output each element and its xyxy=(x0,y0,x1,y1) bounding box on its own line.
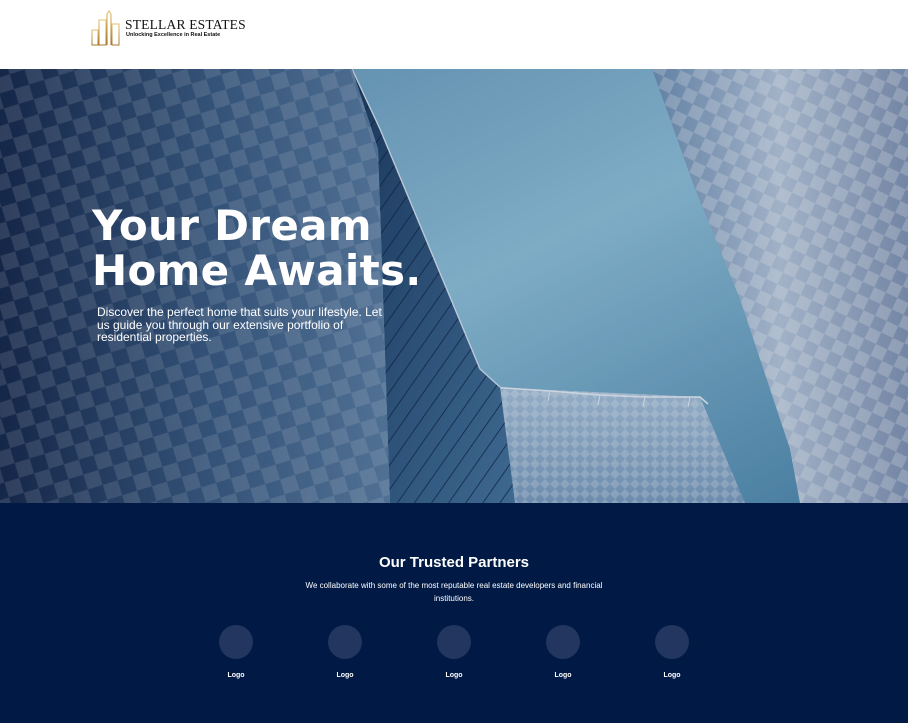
partner-logo-label: Logo xyxy=(445,672,463,679)
hero-title: Your Dream Home Awaits. xyxy=(92,201,422,295)
partner-logo-label: Logo xyxy=(554,672,572,679)
partner-logo-placeholder xyxy=(437,625,471,659)
partner-logo-placeholder xyxy=(328,625,362,659)
brand-logo[interactable]: STELLAR ESTATES Unlocking Excellence in … xyxy=(91,10,246,46)
partners-section: Our Trusted Partners We collaborate with… xyxy=(0,503,908,723)
partner-logo-placeholder xyxy=(546,625,580,659)
partner-logo[interactable]: Logo xyxy=(429,625,479,685)
partner-logo-placeholder xyxy=(219,625,253,659)
partner-logo-placeholder xyxy=(655,625,689,659)
hero-section: Your Dream Home Awaits. Discover the per… xyxy=(0,69,908,503)
partner-logo[interactable]: Logo xyxy=(538,625,588,685)
site-header: STELLAR ESTATES Unlocking Excellence in … xyxy=(0,0,908,69)
brand-tagline: Unlocking Excellence in Real Estate xyxy=(126,31,221,38)
partner-logo[interactable]: Logo xyxy=(320,625,370,685)
partner-logo[interactable]: Logo xyxy=(211,625,261,685)
building-logo-icon xyxy=(91,10,122,46)
partners-description: We collaborate with some of the most rep… xyxy=(305,581,603,603)
partner-logo-label: Logo xyxy=(663,672,681,679)
hero-description: Discover the perfect home that suits you… xyxy=(97,305,382,345)
partners-title: Our Trusted Partners xyxy=(378,554,530,571)
partner-logo[interactable]: Logo xyxy=(647,625,697,685)
brand-name: STELLAR ESTATES xyxy=(125,16,246,32)
partner-logo-label: Logo xyxy=(227,672,245,679)
partner-logo-label: Logo xyxy=(336,672,354,679)
